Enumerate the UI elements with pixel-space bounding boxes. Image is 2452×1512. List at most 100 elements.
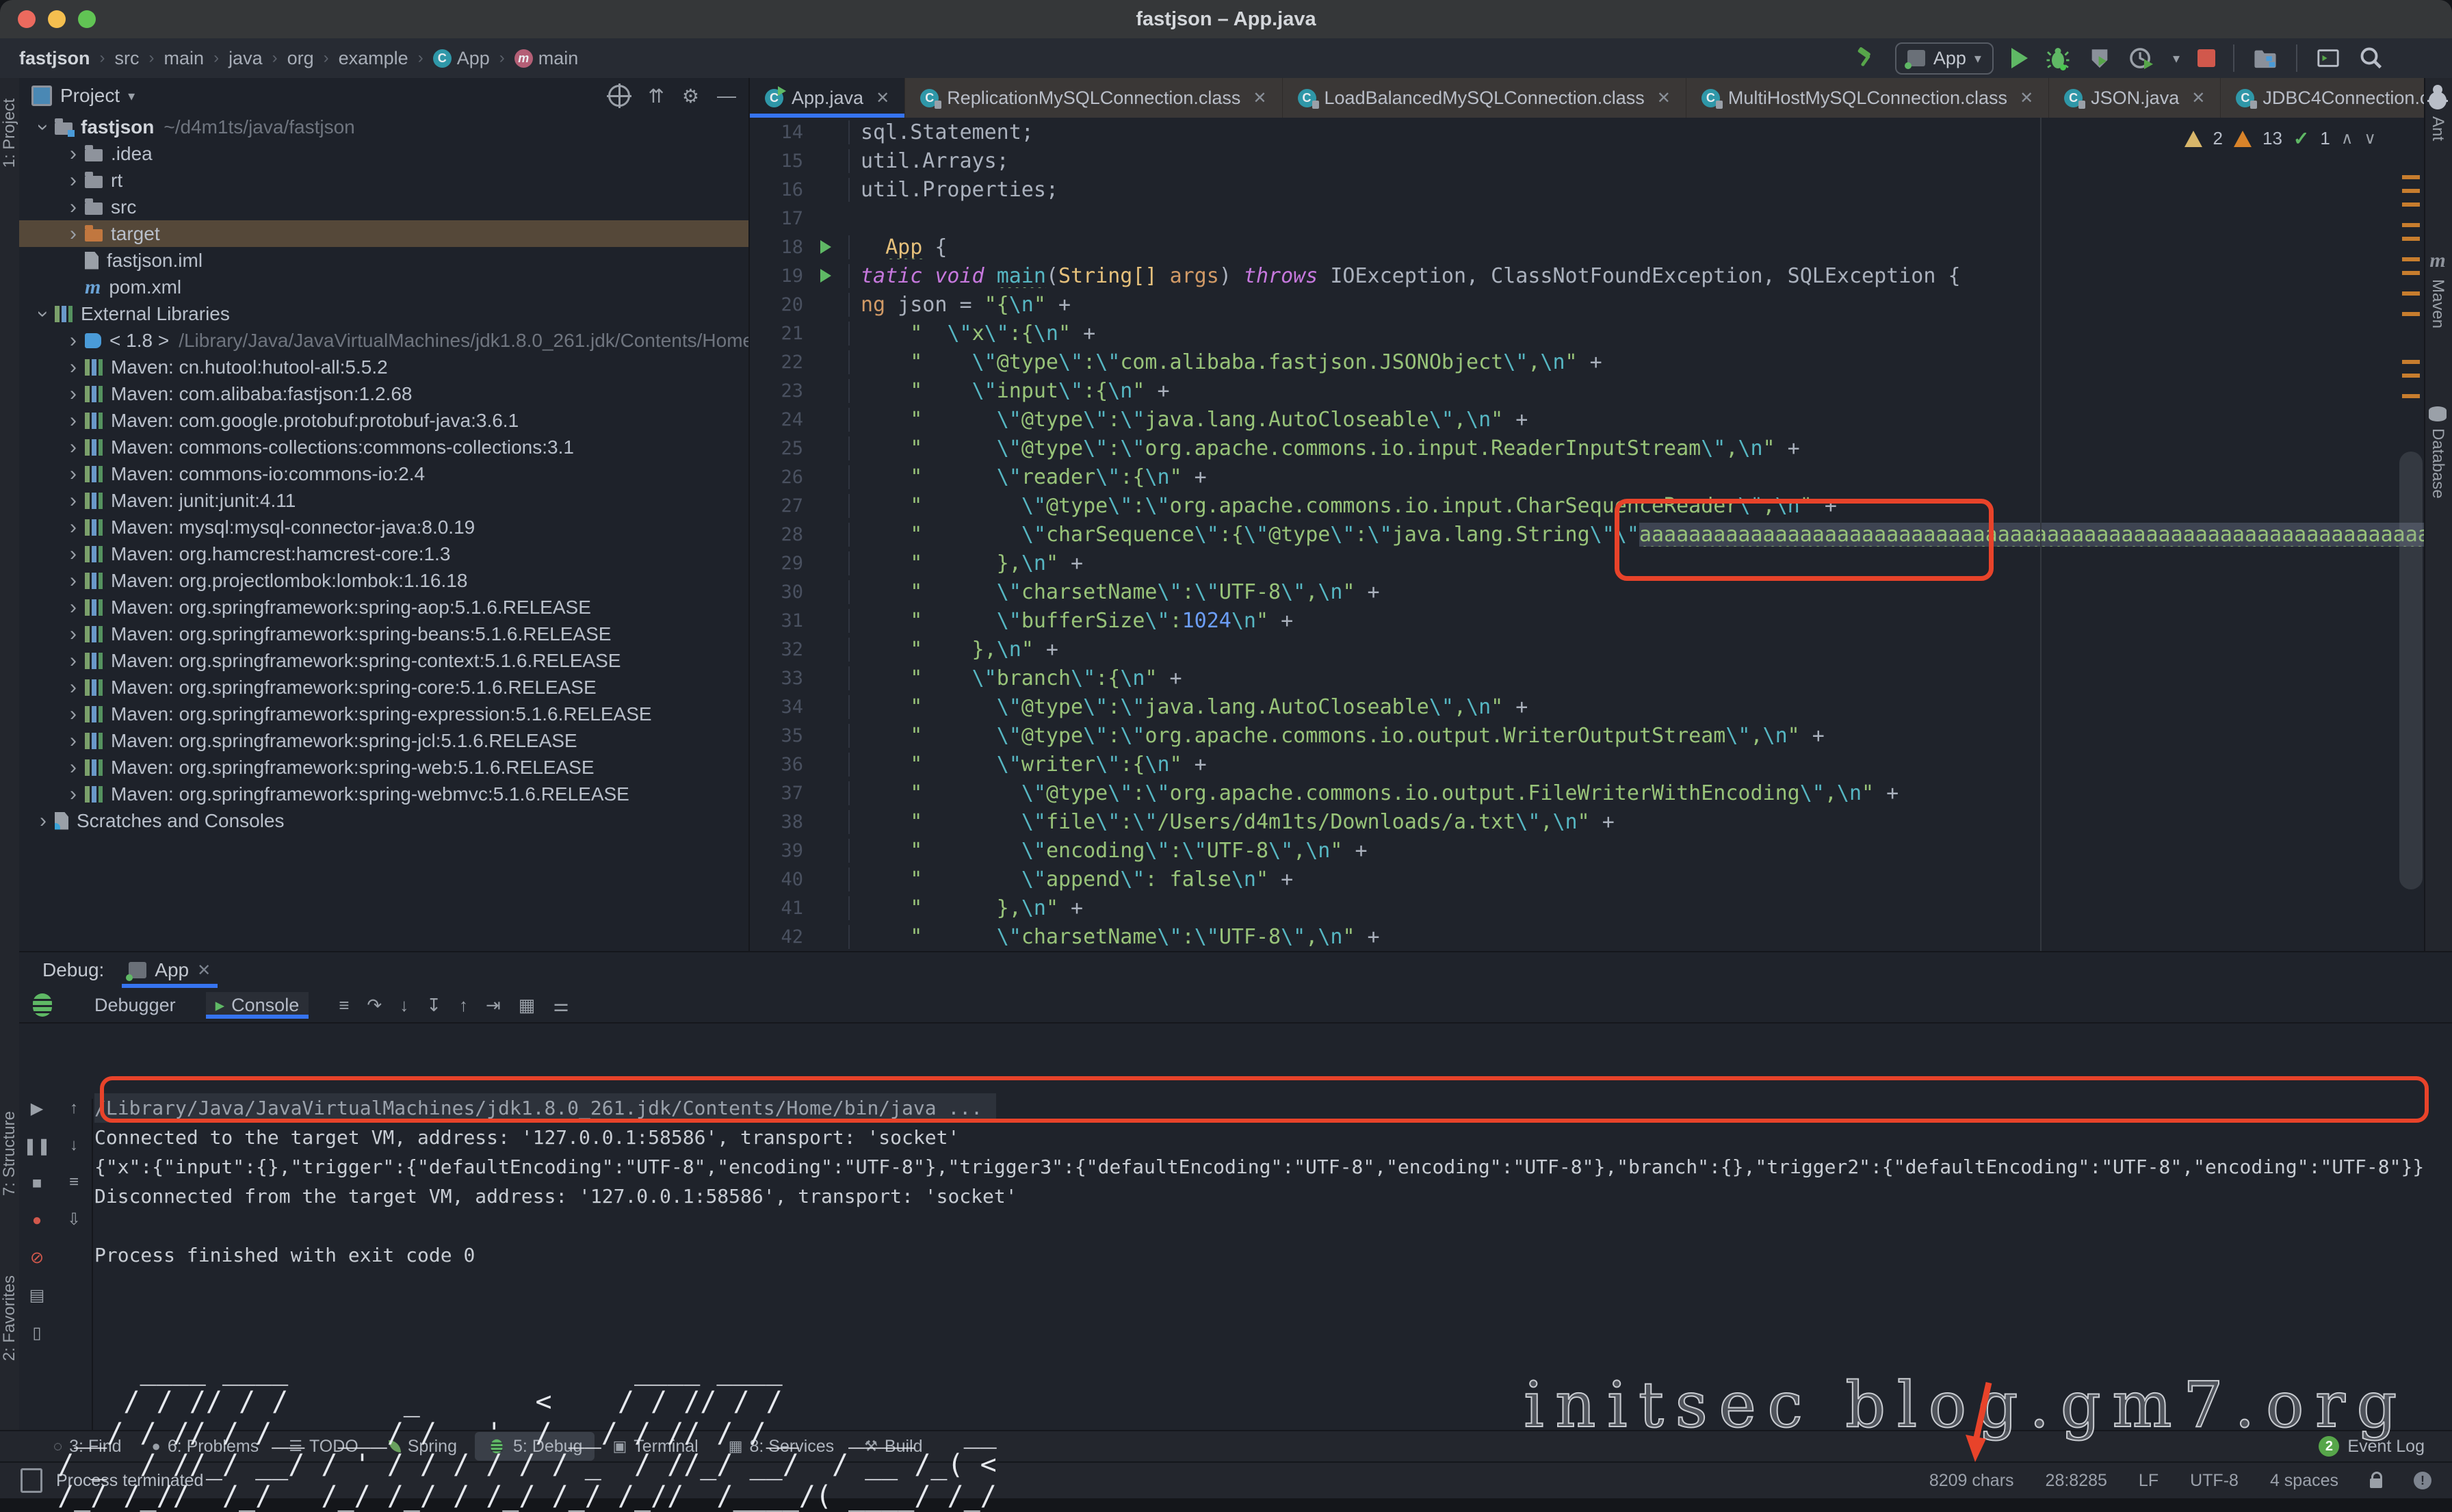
tree-arrow-icon[interactable]: › [62, 142, 85, 166]
step-out-icon[interactable]: ↑ [459, 995, 468, 1016]
tree-arrow-icon[interactable]: › [62, 729, 85, 753]
breadcrumb-item[interactable]: org [285, 48, 317, 69]
tree-item[interactable]: ›Maven: org.hamcrest:hamcrest-core:1.3 [19, 540, 748, 567]
tab-debugger[interactable]: Debugger [85, 992, 185, 1019]
tree-arrow-icon[interactable]: › [62, 543, 85, 566]
inspections-widget[interactable]: 2 13 ✓ 1 ∧ ∨ [2184, 127, 2376, 150]
tree-item[interactable]: ›fastjson~/d4m1ts/java/fastjson [19, 114, 748, 140]
view-breakpoints-icon[interactable]: ● [32, 1211, 42, 1230]
close-icon[interactable]: ✕ [2191, 88, 2205, 108]
caret-position[interactable]: 28:8285 [2046, 1471, 2107, 1491]
tree-arrow-icon[interactable]: › [62, 462, 85, 486]
editor-tab[interactable]: CMultiHostMySQLConnection.class✕ [1686, 78, 2049, 118]
close-icon[interactable]: ✕ [2020, 88, 2033, 108]
run-with-coverage-button[interactable] [2088, 46, 2111, 70]
breadcrumb-item[interactable]: src [112, 48, 142, 69]
run-line-icon[interactable] [820, 240, 831, 254]
close-icon[interactable]: ✕ [876, 88, 889, 108]
tree-arrow-icon[interactable]: › [31, 302, 55, 326]
tree-arrow-icon[interactable]: › [31, 809, 55, 833]
code-line[interactable]: 29 " },\n" + [750, 549, 2424, 577]
indent-setting[interactable]: 4 spaces [2270, 1471, 2338, 1491]
code-line[interactable]: 22 " \"@type\":\"com.alibaba.fastjson.JS… [750, 348, 2424, 376]
toolwindow-button-build[interactable]: ⚒Build [852, 1434, 935, 1459]
tree-item[interactable]: ›Maven: org.springframework:spring-aop:5… [19, 594, 748, 621]
force-step-into-icon[interactable]: ↧ [426, 995, 441, 1016]
breadcrumb-item[interactable]: fastjson [16, 48, 93, 69]
terminal-tool-icon[interactable] [2315, 47, 2341, 70]
breadcrumb-item[interactable]: mmain [512, 48, 582, 69]
evaluate-expression-icon[interactable]: ▦ [519, 995, 536, 1016]
tree-arrow-icon[interactable]: › [62, 649, 85, 673]
up-stack-icon[interactable]: ↑ [70, 1099, 78, 1118]
code-line[interactable]: 39 " \"encoding\":\"UTF-8\",\n" + [750, 836, 2424, 865]
tree-arrow-icon[interactable]: › [31, 116, 55, 139]
tree-arrow-icon[interactable]: › [62, 703, 85, 726]
rerun-icon[interactable]: ▶ [31, 1099, 43, 1119]
tree-item[interactable]: ›External Libraries [19, 300, 748, 327]
tree-item[interactable]: ›Maven: commons-collections:commons-coll… [19, 434, 748, 460]
clear-icon[interactable]: ▯ [32, 1323, 41, 1343]
toolwindow-button-terminal[interactable]: ▣Terminal [600, 1434, 710, 1459]
code-line[interactable]: 36 " \"writer\":{\n" + [750, 750, 2424, 779]
tree-arrow-icon[interactable]: › [62, 436, 85, 459]
tree-item[interactable]: ›Maven: cn.hutool:hutool-all:5.5.2 [19, 354, 748, 380]
run-configuration-select[interactable]: App ▾ [1895, 42, 1994, 75]
editor-tab[interactable]: CApp.java✕ [750, 78, 905, 118]
tree-arrow-icon[interactable]: › [62, 169, 85, 192]
tree-item[interactable]: ›Maven: org.springframework:spring-jcl:5… [19, 727, 748, 754]
project-structure-icon[interactable] [2252, 47, 2278, 70]
code-line[interactable]: 38 " \"file\":\"/Users/d4m1ts/Downloads/… [750, 807, 2424, 836]
tree-item[interactable]: ›Maven: com.alibaba:fastjson:1.2.68 [19, 380, 748, 407]
code-line[interactable]: 35 " \"@type\":\"org.apache.commons.io.o… [750, 721, 2424, 750]
tree-arrow-icon[interactable]: › [62, 382, 85, 406]
code-line[interactable]: 41 " },\n" + [750, 894, 2424, 922]
debug-button[interactable] [2046, 46, 2070, 70]
tree-arrow-icon[interactable]: › [62, 756, 85, 779]
code-line[interactable]: 25 " \"@type\":\"org.apache.commons.io.i… [750, 434, 2424, 462]
stripe-database-tab[interactable]: Database [2428, 406, 2447, 499]
tree-item[interactable]: ›Maven: org.springframework:spring-expre… [19, 701, 748, 727]
tree-arrow-icon[interactable]: › [62, 569, 85, 592]
run-button[interactable] [2011, 48, 2028, 68]
code-line[interactable]: 26 " \"reader\":{\n" + [750, 462, 2424, 491]
tab-console[interactable]: ▸Console [206, 992, 309, 1019]
collapse-all-icon[interactable]: ⇈ [648, 85, 664, 107]
notifications-icon[interactable]: ! [2414, 1472, 2431, 1489]
breadcrumb-item[interactable]: example [336, 48, 411, 69]
file-encoding[interactable]: UTF-8 [2190, 1471, 2239, 1491]
code-line[interactable]: 23 " \"input\":{\n" + [750, 376, 2424, 405]
toolwindow-button-debug[interactable]: 5: Debug [475, 1432, 595, 1461]
print-icon[interactable]: ▤ [29, 1286, 45, 1305]
tree-arrow-icon[interactable]: › [62, 329, 85, 352]
code-line[interactable]: 19tatic void main(String[] args) throws … [750, 261, 2424, 290]
unlock-icon[interactable] [2370, 1478, 2382, 1488]
code-editor[interactable]: 2 13 ✓ 1 ∧ ∨ 14sql.Statement;15util.Arra… [750, 118, 2424, 951]
stop-icon[interactable]: ■ [32, 1174, 42, 1193]
event-log[interactable]: 2Event Log [2319, 1436, 2425, 1457]
step-over-icon[interactable]: ↷ [367, 995, 382, 1016]
run-line-icon[interactable] [820, 269, 831, 283]
profiler-button[interactable] [2129, 46, 2155, 70]
code-line[interactable]: 14sql.Statement; [750, 118, 2424, 146]
editor-tab[interactable]: CJDBC4Connection.class✕ [2221, 78, 2424, 118]
error-stripe[interactable] [2396, 157, 2424, 951]
layout-settings-icon[interactable]: ⚌ [553, 995, 569, 1016]
tree-item[interactable]: mpom.xml [19, 274, 748, 300]
breadcrumb-item[interactable]: java [226, 48, 265, 69]
pause-icon[interactable]: ❚❚ [23, 1136, 51, 1156]
mute-breakpoints-icon[interactable]: ⊘ [30, 1248, 44, 1268]
tree-item[interactable]: ›Maven: junit:junit:4.11 [19, 487, 748, 514]
project-view-select[interactable]: Project ▾ [31, 85, 135, 107]
tree-arrow-icon[interactable]: › [62, 409, 85, 432]
code-line[interactable]: 32 " },\n" + [750, 635, 2424, 664]
code-line[interactable]: 37 " \"@type\":\"org.apache.commons.io.o… [750, 779, 2424, 807]
tree-item[interactable]: ›target [19, 220, 748, 247]
stripe-ant-tab[interactable]: Ant [2428, 92, 2447, 141]
panel-settings-icon[interactable]: ⚙ [682, 85, 699, 107]
tree-item[interactable]: ›Maven: org.springframework:spring-conte… [19, 647, 748, 674]
code-line[interactable]: 18 App { [750, 233, 2424, 261]
prev-issue-icon[interactable]: ∧ [2341, 129, 2353, 148]
tree-item[interactable]: ›Maven: org.projectlombok:lombok:1.16.18 [19, 567, 748, 594]
code-line[interactable]: 40 " \"append\": false\n" + [750, 865, 2424, 894]
